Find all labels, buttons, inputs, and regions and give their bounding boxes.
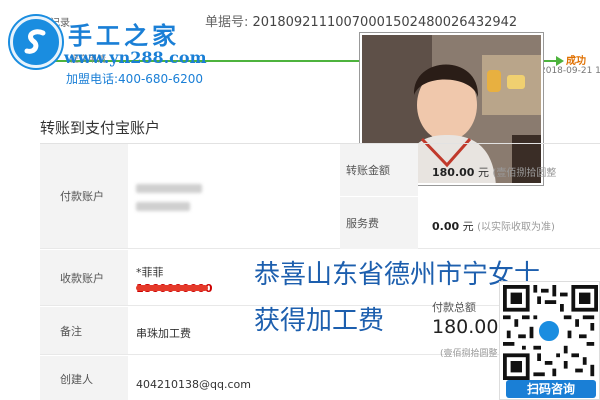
creator-value: 404210138@qq.com [136,378,251,391]
remark-label: 备注 [40,307,128,354]
order-number-label: 单据号: [205,15,249,30]
qr-logo-icon [537,319,561,343]
logo-phone: 加盟电话:400-680-6200 [66,72,204,86]
scan-consult-button[interactable]: 扫码咨询 [506,380,596,398]
amount-value: 180.00 元 (壹佰捌拾圆整 [432,164,556,180]
logo-name: 手工之家 [68,21,180,50]
fee-unit: 元 [462,220,474,233]
payer-account-redacted [136,184,202,193]
amount-note: (壹佰捌拾圆整 [492,168,557,179]
fee-note: (以实际收取为准) [477,222,555,233]
progress-arrow-icon [556,56,564,66]
qr-consult-card[interactable]: 扫码咨询 [499,281,600,400]
progress-success-label: 成功 [566,56,586,67]
brand-logo: 手工之家 www.yn288.com 加盟电话:400-680-6200 [4,8,207,86]
payee-name: *菲菲 [136,266,164,279]
payee-label: 收款账户 [40,250,128,305]
remark-value: 串珠加工费 [136,327,191,340]
amount-unit: 元 [477,166,489,179]
fee-label: 服务费 [340,197,418,249]
amount-label: 转账金额 [340,144,418,196]
fee-value: 0.00 元 (以实际收取为准) [432,218,555,234]
order-number: 单据号: 20180921110070001502480026432942 [205,11,517,30]
payer-name-redacted [136,202,190,211]
congrats-caption-line1: 恭喜山东省德州市宁女士 [254,260,541,290]
logo-url: www.yn288.com [64,48,207,67]
total-value: 180.00 [432,316,499,338]
total-note: (壹佰捌拾圆整 [440,349,498,359]
creator-label: 创建人 [40,356,128,400]
logo-mark-icon [10,16,62,68]
order-number-value: 20180921110070001502480026432942 [252,15,518,30]
payee-account-redaction [136,285,208,291]
total-label: 付款总额 [432,301,476,314]
fee-number: 0.00 [432,220,460,233]
payer-label: 付款账户 [40,144,128,248]
section-title: 转账到支付宝账户 [40,119,161,137]
progress-success-time: 2018-09-21 14: [540,66,600,76]
congrats-caption-line2: 获得加工费 [254,306,385,336]
amount-number: 180.00 [432,166,475,179]
